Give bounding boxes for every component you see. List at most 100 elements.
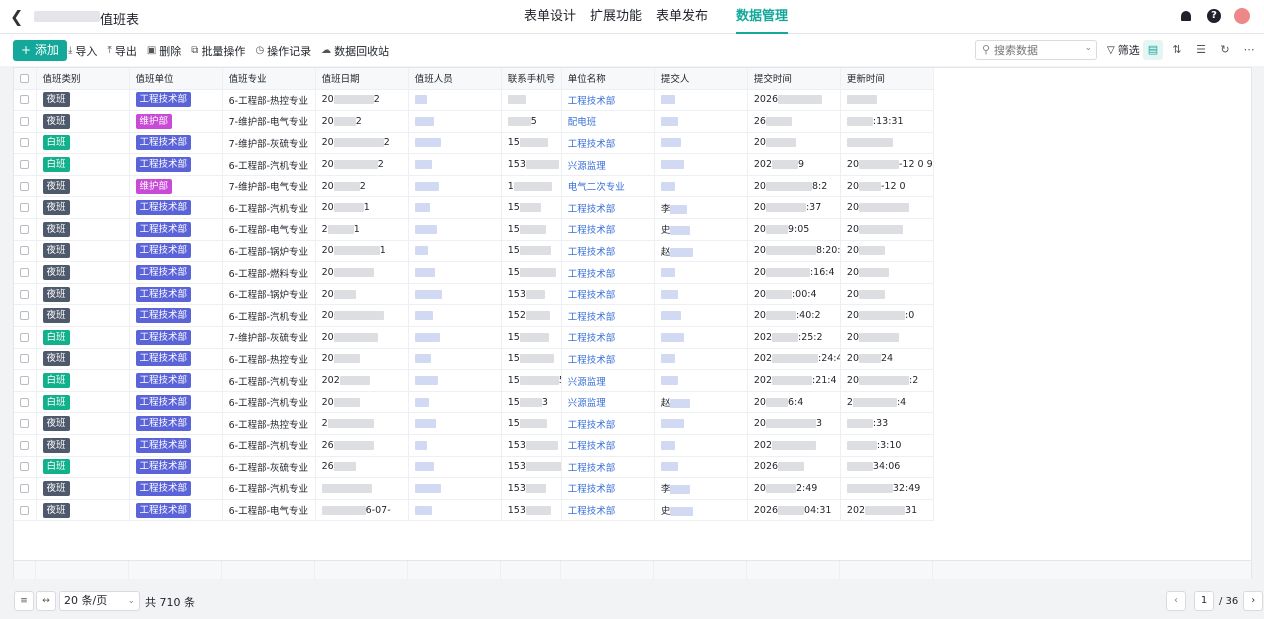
table-row[interactable]: 夜班 工程技术部 6-工程部-电气专业 6-07- 153 工程技术部史 2026 04:31… — [14, 499, 935, 522]
filter-button[interactable]: ▽ 筛选 — [1107, 42, 1140, 58]
row-checkbox[interactable] — [14, 391, 37, 414]
search-input[interactable] — [994, 43, 1080, 57]
col-header[interactable]: 值班类别 — [36, 68, 130, 90]
cell-org[interactable]: 工程技术部 — [561, 196, 655, 220]
row-checkbox[interactable] — [14, 326, 37, 349]
row-checkbox[interactable] — [14, 456, 37, 479]
tab-extensions[interactable]: 扩展功能 — [590, 0, 642, 34]
cell-org[interactable]: 工程技术部 — [561, 283, 655, 306]
col-header[interactable]: 单位名称 — [561, 68, 655, 90]
table-row[interactable]: 白班 工程技术部 6-工程部-汽机专业202 155兴源监理 202:21:420:2 — [14, 369, 935, 392]
col-header[interactable]: 更新时间 — [840, 68, 935, 90]
table-row[interactable]: 夜班 工程技术部 6-工程部-汽机专业 20 152 工程技术部 20:40:2 20:0 — [14, 304, 935, 328]
table-row[interactable]: 夜班 工程技术部 6-工程部-热控专业 20 2 工程技术部 2026 — [14, 89, 935, 112]
back-arrow-icon[interactable]: ❮ — [10, 8, 26, 26]
density-icon[interactable]: ≡ — [14, 591, 34, 611]
cell-org[interactable]: 兴源监理 — [561, 369, 655, 392]
table-row[interactable]: 夜班 工程技术部 6-工程部-热控专业 2 15 工程技术部 20 3:33 — [14, 412, 935, 435]
cell-org[interactable]: 工程技术部 — [561, 348, 655, 371]
sort-icon[interactable]: ⇅ — [1167, 40, 1187, 60]
row-checkbox[interactable] — [14, 348, 37, 371]
row-checkbox[interactable] — [14, 369, 37, 392]
cell-org[interactable]: 工程技术部 — [561, 261, 655, 284]
cell-org[interactable]: 配电班 — [561, 110, 655, 133]
cell-org[interactable]: 工程技术部 — [561, 89, 655, 112]
add-button[interactable]: + 添加 — [13, 40, 67, 61]
batch-operation-button[interactable]: ⧉ 批量操作 — [191, 43, 245, 59]
row-checkbox[interactable] — [14, 412, 37, 435]
table-row[interactable]: 夜班工程技术部6-工程部-锅炉专业20115工程技术部赵208:20:220 — [14, 240, 935, 263]
table-row[interactable]: 夜班 工程技术部 6-工程部-汽机专业 20 1 15 工程技术部李 20:37 20 — [14, 196, 935, 220]
row-checkbox[interactable] — [14, 283, 37, 306]
row-checkbox[interactable] — [14, 175, 37, 198]
cell-org[interactable]: 工程技术部 — [561, 326, 655, 349]
fit-width-icon[interactable]: ↔ — [36, 591, 56, 611]
row-checkbox[interactable] — [14, 499, 37, 522]
row-checkbox[interactable] — [14, 196, 37, 220]
cell-org[interactable]: 电气二次专业 — [561, 175, 655, 198]
import-button[interactable]: ⤓ 导入 — [68, 43, 97, 59]
table-row[interactable]: 夜班 工程技术部 6-工程部-汽机专业 26 153 工程技术部 202:3:10 — [14, 434, 935, 457]
col-header[interactable]: 提交时间 — [747, 68, 841, 90]
cell-org[interactable]: 工程技术部 — [561, 412, 655, 435]
row-checkbox[interactable] — [14, 153, 37, 176]
col-header[interactable]: 值班单位 — [129, 68, 223, 90]
row-checkbox[interactable] — [14, 240, 37, 263]
cell-org[interactable]: 工程技术部 — [561, 240, 655, 263]
cell-org[interactable]: 工程技术部 — [561, 218, 655, 241]
table-row[interactable]: 白班 工程技术部 6-工程部-灰硫专业 26 153 工程技术部 2026 34:06 — [14, 456, 935, 479]
chevron-down-icon[interactable]: ⌄ — [1084, 43, 1092, 53]
prev-page-button[interactable]: ‹ — [1166, 591, 1186, 611]
cell-org[interactable]: 工程技术部 — [561, 499, 655, 522]
table-row[interactable]: 夜班 工程技术部 6-工程部-燃料专业 20 15 工程技术部 20:16:4 20 — [14, 261, 935, 284]
table-row[interactable]: 夜班 工程技术部 6-工程部-电气专业 2 1 15 工程技术部史 20 9:05 20 — [14, 218, 935, 241]
table-row[interactable]: 夜班 维护部 7-维护部-电气专业 20 2 5 配电班 26:13:31 — [14, 110, 935, 133]
columns-icon[interactable]: ☰ — [1191, 40, 1211, 60]
operation-log-button[interactable]: ◷ 操作记录 — [255, 43, 311, 59]
table-row[interactable]: 白班 工程技术部 7-维护部-灰硫专业 20 15 工程技术部 202:25:2 20 — [14, 326, 935, 349]
row-checkbox[interactable] — [14, 304, 37, 328]
avatar[interactable] — [1234, 8, 1250, 24]
table-row[interactable]: 夜班 工程技术部 6-工程部-汽机专业 153 工程技术部李 20 2:49 32:49 — [14, 477, 935, 500]
col-header[interactable]: 提交人 — [654, 68, 748, 90]
bell-icon[interactable] — [1178, 8, 1194, 24]
table-row[interactable]: 夜班 维护部 7-维护部-电气专业 20 2 1 电气二次专业 20 8:2 20 -12 0 — [14, 175, 935, 198]
export-button[interactable]: ⤒ 导出 — [107, 43, 136, 59]
cell-org[interactable]: 工程技术部 — [561, 434, 655, 457]
row-checkbox[interactable] — [14, 110, 37, 133]
current-page-input[interactable]: 1 — [1194, 591, 1214, 611]
row-checkbox[interactable] — [14, 218, 37, 241]
cell-org[interactable]: 兴源监理 — [561, 391, 655, 414]
row-checkbox[interactable] — [14, 89, 37, 112]
col-header[interactable]: 值班专业 — [222, 68, 316, 90]
cell-org[interactable]: 工程技术部 — [561, 132, 655, 155]
col-header[interactable]: 值班日期 — [315, 68, 409, 90]
table-row[interactable]: 白班 工程技术部 7-维护部-灰硫专业 20 2 15 工程技术部 20 — [14, 132, 935, 155]
col-header[interactable]: 值班人员 — [408, 68, 502, 90]
help-icon[interactable]: ? — [1206, 8, 1222, 24]
more-icon[interactable]: ⋯ — [1239, 40, 1259, 60]
cell-org[interactable]: 兴源监理 — [561, 153, 655, 176]
table-row[interactable]: 夜班 工程技术部 6-工程部-热控专业 20 15 工程技术部 202:24:4 20 24 — [14, 348, 935, 371]
row-height-icon[interactable]: ▤ — [1143, 40, 1163, 60]
search-box[interactable]: ⚲ ⌄ — [975, 40, 1097, 60]
cell-org[interactable]: 工程技术部 — [561, 477, 655, 500]
page-size-select[interactable]: 20 条/页 ⌄ — [59, 591, 140, 611]
cell-org[interactable]: 工程技术部 — [561, 456, 655, 479]
refresh-icon[interactable]: ↻ — [1215, 40, 1235, 60]
table-row[interactable]: 白班 工程技术部 6-工程部-汽机专业 20 15 3 兴源监理赵 20 6:4 2:4 — [14, 391, 935, 414]
recycle-bin-button[interactable]: ☁ 数据回收站 — [321, 43, 389, 59]
next-page-button[interactable]: › — [1243, 591, 1264, 611]
delete-button[interactable]: ▣ 删除 — [147, 43, 181, 59]
select-all-checkbox[interactable] — [14, 68, 37, 90]
tab-data-management[interactable]: 数据管理 — [736, 0, 789, 34]
row-checkbox[interactable] — [14, 132, 37, 155]
row-checkbox[interactable] — [14, 477, 37, 500]
row-checkbox[interactable] — [14, 261, 37, 284]
tab-form-design[interactable]: 表单设计 — [524, 0, 576, 34]
table-row[interactable]: 白班 工程技术部 6-工程部-汽机专业 20 2 153 兴源监理 202 9 20 -12 0 9 — [14, 153, 935, 176]
table-row[interactable]: 夜班 工程技术部 6-工程部-锅炉专业 20 153 工程技术部 20:00:4 20 — [14, 283, 935, 306]
cell-org[interactable]: 工程技术部 — [561, 304, 655, 328]
col-header[interactable]: 联系手机号 — [501, 68, 562, 90]
row-checkbox[interactable] — [14, 434, 37, 457]
